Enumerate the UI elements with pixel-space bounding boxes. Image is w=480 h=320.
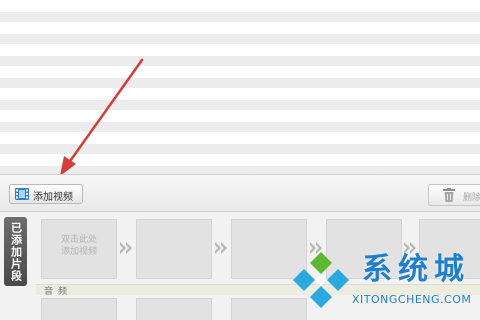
delete-button[interactable]: 删除 (428, 184, 480, 206)
watermark-title: 系统城 (362, 252, 470, 287)
add-video-hint: 双击此处 添加视频 (42, 234, 116, 258)
audio-slot[interactable] (136, 298, 212, 320)
hint-line-1: 双击此处 (60, 235, 97, 245)
toolbar: 添加视频 删除 (0, 174, 480, 212)
double-chevron-right-icon (215, 242, 227, 254)
clip-slot[interactable] (136, 219, 212, 279)
add-video-label: 添加视频 (33, 192, 73, 203)
film-strip-icon (15, 188, 29, 200)
watermark-url: XITONGCHENG.COM (352, 293, 472, 306)
trash-icon (443, 188, 455, 202)
added-clips-tab[interactable]: 已添加片段 (4, 217, 27, 286)
hint-line-2: 添加视频 (60, 247, 97, 257)
delete-label: 删除 (463, 193, 480, 203)
xitongcheng-diamond-logo (293, 252, 349, 308)
red-arrow-pointer (60, 58, 144, 176)
add-video-button[interactable]: 添加视频 (9, 184, 83, 204)
audio-label: 音频 (44, 287, 73, 297)
clip-slot[interactable]: 双击此处 添加视频 (41, 219, 117, 279)
audio-slot[interactable] (41, 298, 117, 320)
double-chevron-right-icon (120, 242, 132, 254)
